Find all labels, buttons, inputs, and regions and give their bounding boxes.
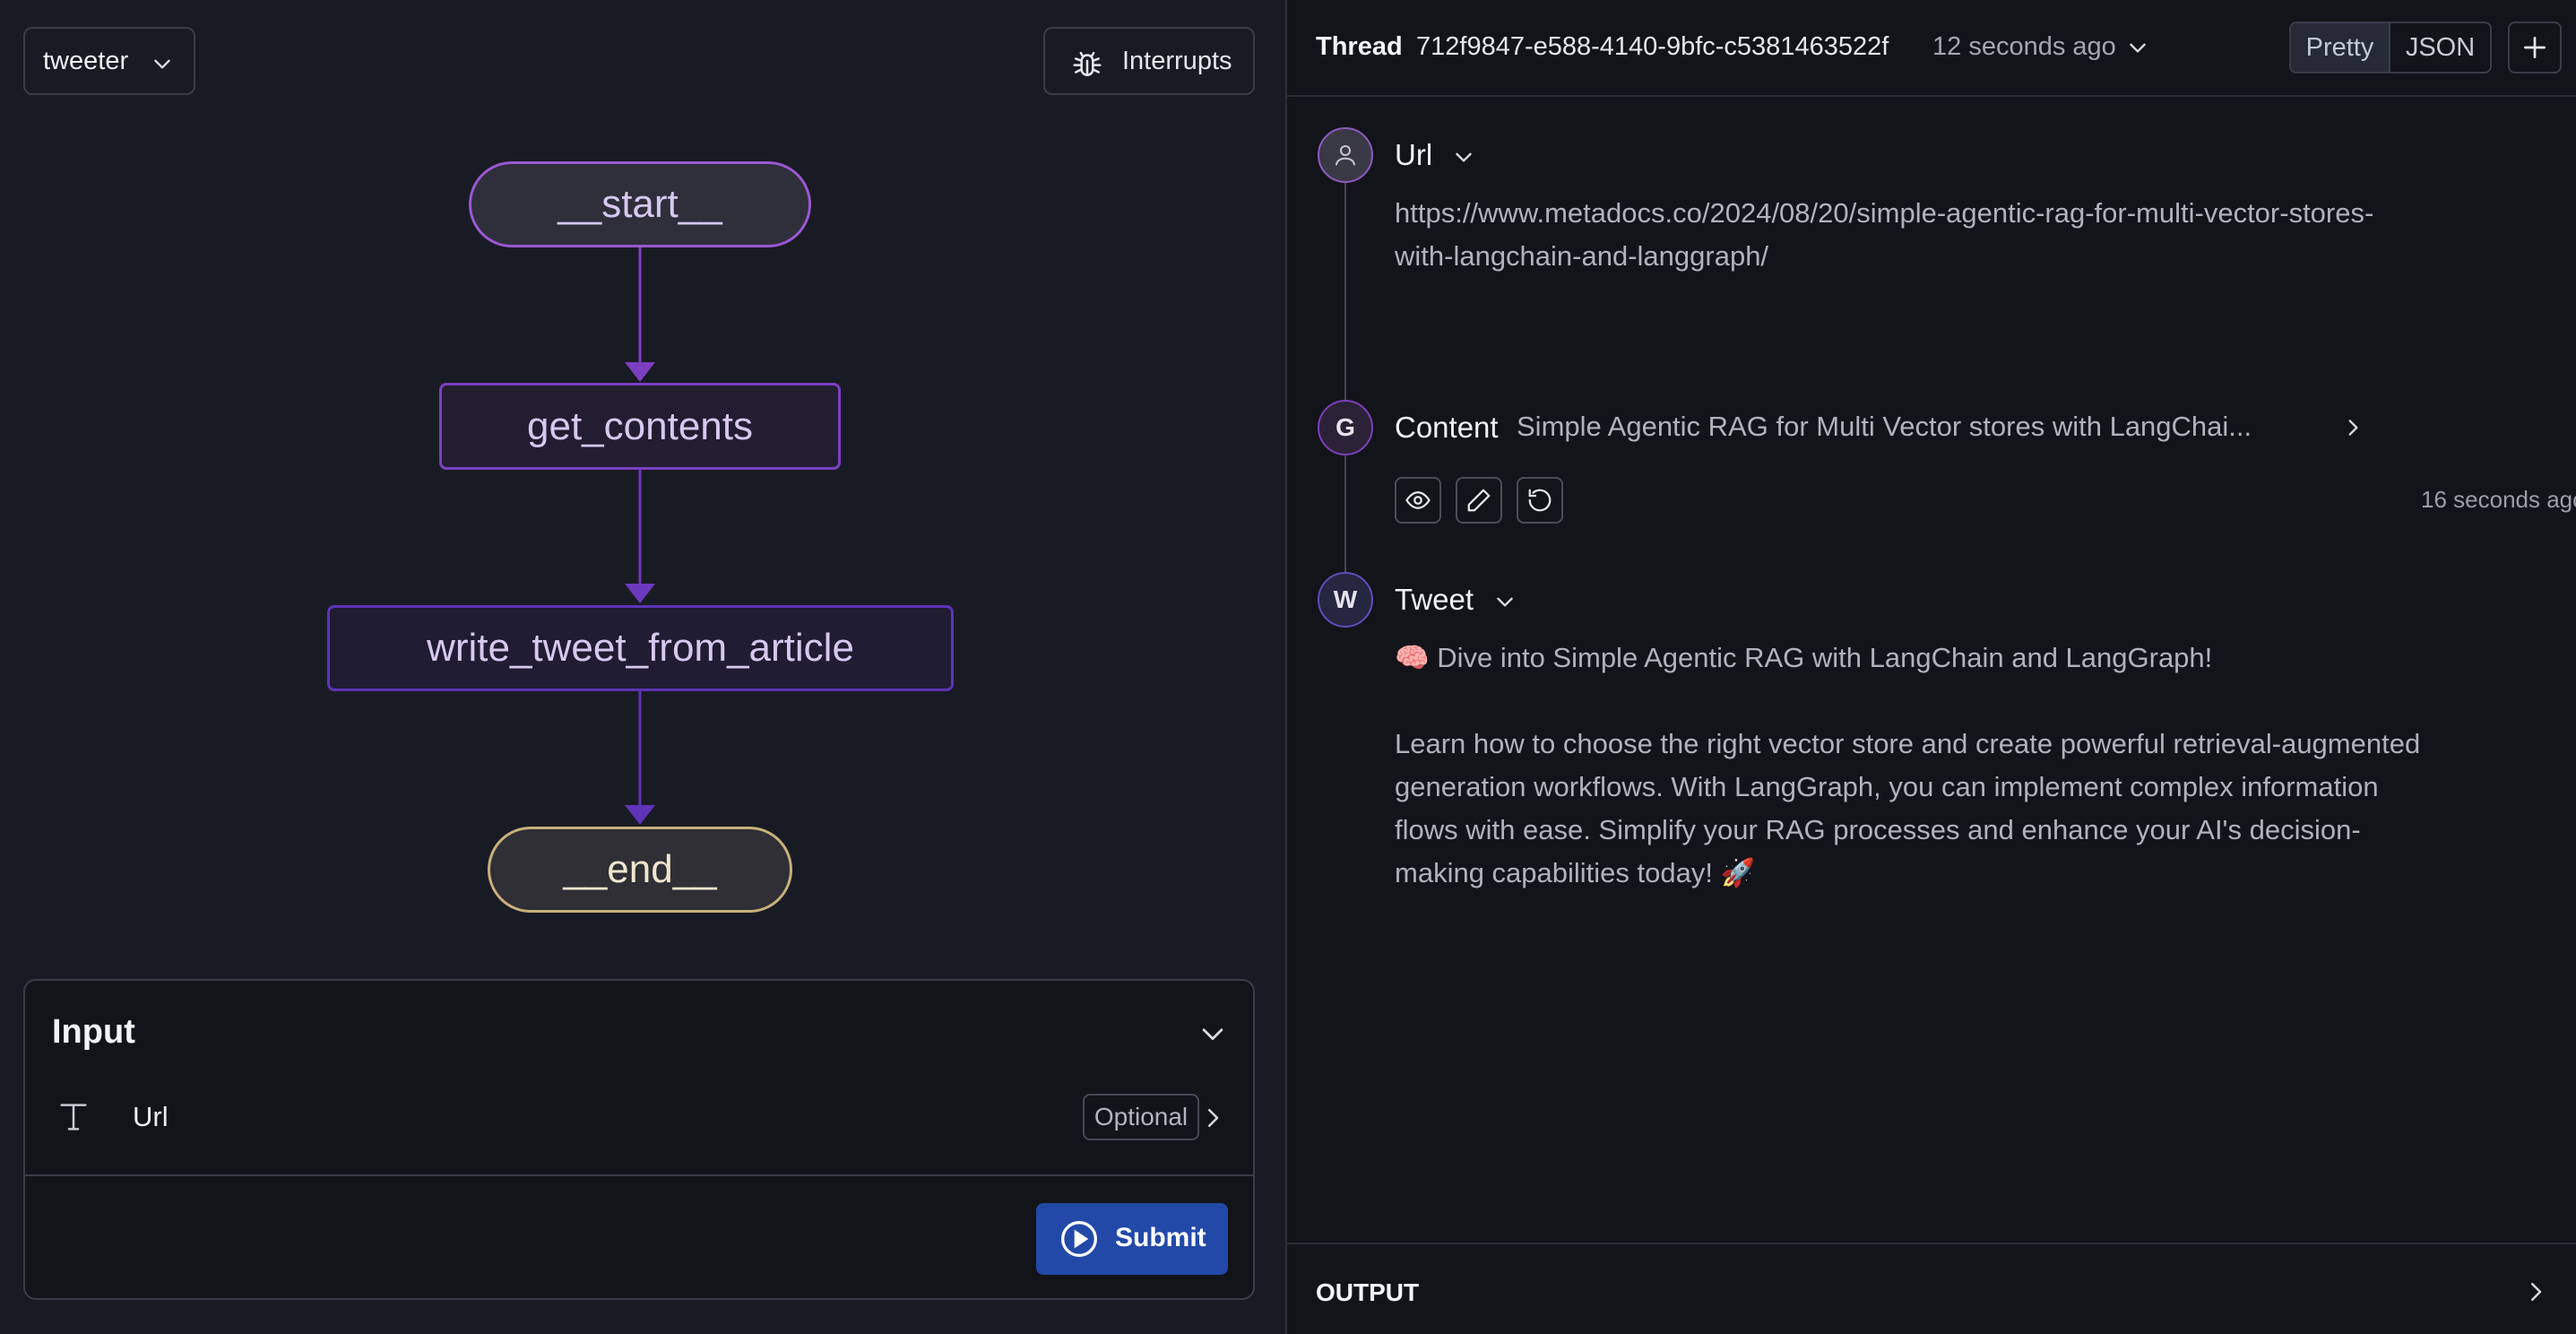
chevron-right-icon bbox=[1208, 1109, 1219, 1127]
chevron-right-icon[interactable] bbox=[2341, 416, 2364, 439]
tweet-line: generation workflows. With LangGraph, yo… bbox=[1395, 771, 2379, 802]
thread-header: Thread 712f9847-e588-4140-9bfc-c53814635… bbox=[1287, 0, 2576, 97]
input-title: Input bbox=[52, 1013, 135, 1051]
url-step-title[interactable]: Url bbox=[1395, 138, 1432, 172]
node-avatar: W bbox=[1318, 572, 1373, 628]
content-preview: Simple Agentic RAG for Multi Vector stor… bbox=[1517, 411, 2252, 442]
pencil-icon bbox=[1467, 489, 1491, 512]
url-value-line: https://www.metadocs.co/2024/08/20/simpl… bbox=[1395, 197, 2374, 229]
chevron-down-icon[interactable] bbox=[2126, 36, 2149, 59]
divider bbox=[25, 1174, 1253, 1176]
arrowhead bbox=[625, 805, 655, 825]
node-start[interactable]: __start__ bbox=[469, 161, 811, 247]
timeline-line bbox=[1344, 157, 1346, 587]
view-json-button[interactable]: JSON bbox=[2390, 23, 2490, 72]
url-field-row[interactable]: Url Optional bbox=[52, 1087, 1232, 1149]
tweet-line: 🧠 Dive into Simple Agentic RAG with Lang… bbox=[1395, 642, 2213, 673]
node-end[interactable]: __end__ bbox=[488, 827, 792, 913]
chevron-down-icon[interactable] bbox=[1493, 590, 1517, 613]
view-toggle: Pretty JSON bbox=[2289, 22, 2492, 74]
node-end-label: __end__ bbox=[563, 847, 717, 891]
user-icon bbox=[1336, 145, 1355, 166]
node-start-label: __start__ bbox=[558, 182, 722, 226]
node-avatar: G bbox=[1318, 400, 1373, 455]
arrowhead bbox=[625, 584, 655, 603]
chevron-down-icon[interactable] bbox=[1452, 145, 1475, 169]
output-section[interactable]: OUTPUT bbox=[1287, 1243, 2576, 1334]
view-pretty-button[interactable]: Pretty bbox=[2291, 23, 2391, 72]
thread-time: 12 seconds ago bbox=[1932, 32, 2116, 61]
content-timestamp: 16 seconds ago bbox=[2421, 486, 2576, 513]
node-write-tweet-label: write_tweet_from_article bbox=[427, 626, 854, 670]
user-avatar bbox=[1318, 127, 1373, 183]
submit-label: Submit bbox=[1115, 1223, 1206, 1252]
url-field-label: Url bbox=[133, 1101, 169, 1132]
edit-state-button[interactable] bbox=[1456, 477, 1502, 524]
submit-button[interactable]: Submit bbox=[1036, 1203, 1228, 1275]
text-type-icon bbox=[60, 1104, 87, 1130]
thread-label: Thread bbox=[1316, 32, 1403, 61]
tweet-step-title[interactable]: Tweet bbox=[1395, 583, 1474, 617]
node-get-contents-label: get_contents bbox=[527, 403, 753, 448]
graph-edges bbox=[625, 247, 655, 825]
tweet-line: flows with ease. Simplify your RAG proce… bbox=[1395, 814, 2361, 845]
chevron-down-icon[interactable] bbox=[1197, 1018, 1228, 1049]
thread-id: 712f9847-e588-4140-9bfc-c5381463522f bbox=[1416, 32, 1889, 61]
node-write-tweet[interactable]: write_tweet_from_article bbox=[327, 605, 954, 691]
play-circle-icon bbox=[1061, 1221, 1097, 1257]
url-step-body: https://www.metadocs.co/2024/08/20/simpl… bbox=[1395, 192, 2551, 278]
eye-icon bbox=[1405, 491, 1431, 509]
arrowhead bbox=[625, 362, 655, 382]
refresh-icon bbox=[1528, 489, 1552, 512]
node-get-contents[interactable]: get_contents bbox=[439, 383, 841, 470]
url-value-line: with-langchain-and-langgraph/ bbox=[1395, 240, 1769, 272]
tweet-line: making capabilities today! 🚀 bbox=[1395, 857, 1756, 888]
tweet-line: Learn how to choose the right vector sto… bbox=[1395, 728, 2421, 759]
rerun-button[interactable] bbox=[1517, 477, 1563, 524]
output-label: OUTPUT bbox=[1316, 1278, 1420, 1306]
tweet-spacer bbox=[1395, 680, 2551, 723]
thread-panel: Thread 712f9847-e588-4140-9bfc-c53814635… bbox=[1285, 0, 2576, 1334]
chevron-right-icon bbox=[2531, 1283, 2542, 1301]
plus-icon bbox=[2524, 37, 2546, 58]
content-step-title[interactable]: Content bbox=[1395, 411, 1499, 445]
graph-panel: tweeter Interrupts __start__ get_content… bbox=[0, 0, 1285, 1334]
input-card: Input Url Optional Submit bbox=[23, 979, 1255, 1300]
new-thread-button[interactable] bbox=[2508, 22, 2562, 74]
optional-badge: Optional bbox=[1083, 1094, 1199, 1140]
view-state-button[interactable] bbox=[1395, 477, 1441, 524]
tweet-step-body: 🧠 Dive into Simple Agentic RAG with Lang… bbox=[1395, 637, 2551, 895]
